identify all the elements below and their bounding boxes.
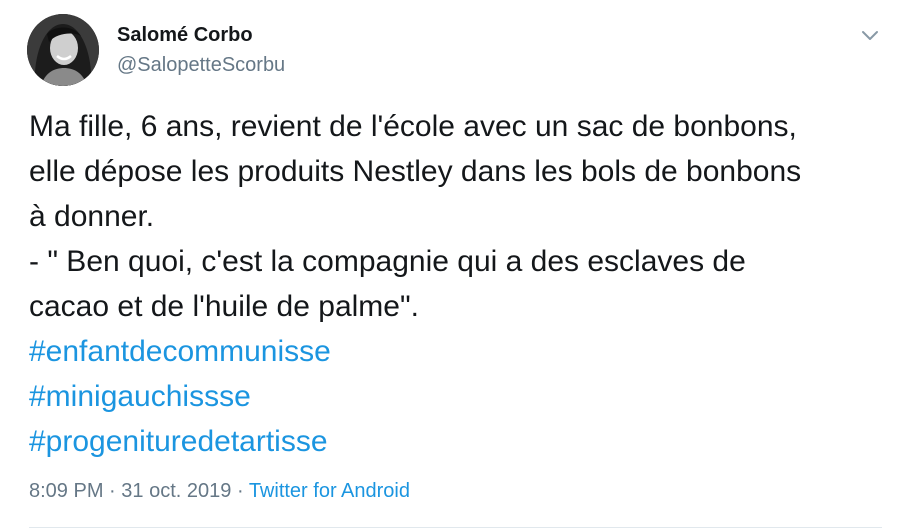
author-display-name[interactable]: Salomé Corbo [117, 24, 253, 47]
meta-separator: · [109, 480, 116, 502]
hashtag-link[interactable]: #progenituredetartisse [29, 419, 899, 464]
divider [29, 527, 882, 528]
tweet-time[interactable]: 8:09 PM [29, 480, 103, 502]
profile-photo [27, 14, 99, 86]
author-handle[interactable]: @SalopetteScorbu [117, 54, 285, 77]
tweet-text: Ma fille, 6 ans, revient de l'école avec… [29, 104, 899, 464]
meta-separator: · [236, 480, 244, 502]
hashtag-link[interactable]: #minigauchissse [29, 374, 899, 419]
tweet-date[interactable]: 31 oct. 2019 [121, 480, 231, 502]
tweet-text-line: - " Ben quoi, c'est la compagnie qui a d… [29, 245, 746, 278]
tweet-metadata: 8:09 PM · 31 oct. 2019 · Twitter for And… [29, 480, 410, 503]
author-avatar[interactable] [27, 14, 99, 86]
chevron-down-icon [862, 31, 878, 40]
tweet-text-line: à donner. [29, 200, 155, 233]
tweet-source-link[interactable]: Twitter for Android [249, 480, 410, 502]
tweet-text-line: Ma fille, 6 ans, revient de l'école avec… [29, 110, 797, 143]
hashtag-link[interactable]: #enfantdecommunisse [29, 329, 899, 374]
tweet-text-line: cacao et de l'huile de palme". [29, 290, 419, 323]
tweet-menu-button[interactable] [858, 26, 882, 44]
tweet-text-line: elle dépose les produits Nestley dans le… [29, 155, 802, 188]
